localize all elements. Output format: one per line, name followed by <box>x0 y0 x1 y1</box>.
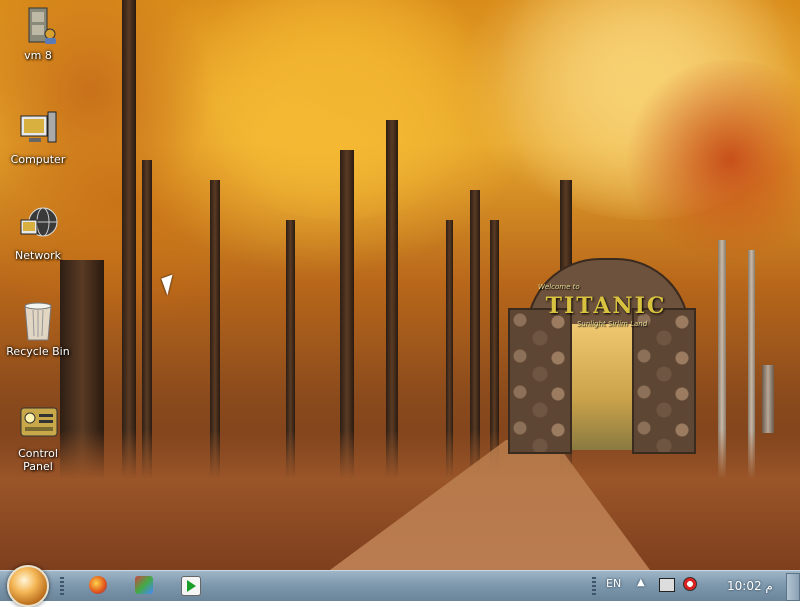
taskbar-grip[interactable] <box>592 577 596 595</box>
control-panel-icon <box>17 402 59 444</box>
desktop-icon-network[interactable]: Network <box>2 204 74 262</box>
desktop-icon-label: Computer <box>10 153 66 166</box>
arch-title: TITANIC <box>545 293 667 319</box>
media-icon[interactable] <box>135 576 153 594</box>
arch-right-pillar <box>632 308 696 454</box>
tree-trunk <box>386 120 398 480</box>
network-tray-icon[interactable] <box>659 578 675 592</box>
desktop-icon-label: Network <box>15 249 61 262</box>
desktop-background[interactable]: Welcome to TITANIC Sunlight Sirlim Land … <box>0 0 800 570</box>
desktop-icon-computer[interactable]: Computer <box>2 108 74 166</box>
mouse-cursor <box>161 274 179 296</box>
arch-left-pillar <box>508 308 572 454</box>
clock[interactable]: 10:02 م <box>727 579 773 593</box>
show-hidden-icons-arrow-icon[interactable]: ▲ <box>637 577 645 588</box>
start-button[interactable] <box>7 565 49 607</box>
taskbar: EN ▲ 10:02 م <box>0 565 800 607</box>
taskbar-grip[interactable] <box>60 577 64 595</box>
media-player-icon[interactable] <box>181 576 201 596</box>
firefox-icon[interactable] <box>89 576 107 594</box>
stone-arch: Welcome to TITANIC Sunlight Sirlim Land <box>508 258 704 454</box>
desktop-icon-recycle-bin[interactable]: Recycle Bin <box>2 300 74 358</box>
desktop-icon-label: Control Panel <box>18 447 58 473</box>
desktop-icon-control-panel[interactable]: Control Panel <box>2 402 74 473</box>
cabinet-user-icon <box>17 4 59 46</box>
computer-icon <box>17 108 59 150</box>
network-globe-icon <box>17 204 59 246</box>
desktop-icon-label: Recycle Bin <box>6 345 70 358</box>
recycle-bin-icon <box>17 300 59 342</box>
desktop-icon-vm8[interactable]: vm 8 <box>2 4 74 62</box>
arch-subtitle: Sunlight Sirlim Land <box>576 320 648 328</box>
desktop-icon-label: vm 8 <box>24 49 52 62</box>
language-indicator[interactable]: EN <box>606 577 621 590</box>
show-desktop-button[interactable] <box>786 573 800 601</box>
tree-trunk <box>122 0 136 480</box>
arch-small-text: Welcome to <box>538 283 580 291</box>
wooden-post <box>762 365 774 433</box>
volume-tray-icon[interactable] <box>683 577 697 591</box>
